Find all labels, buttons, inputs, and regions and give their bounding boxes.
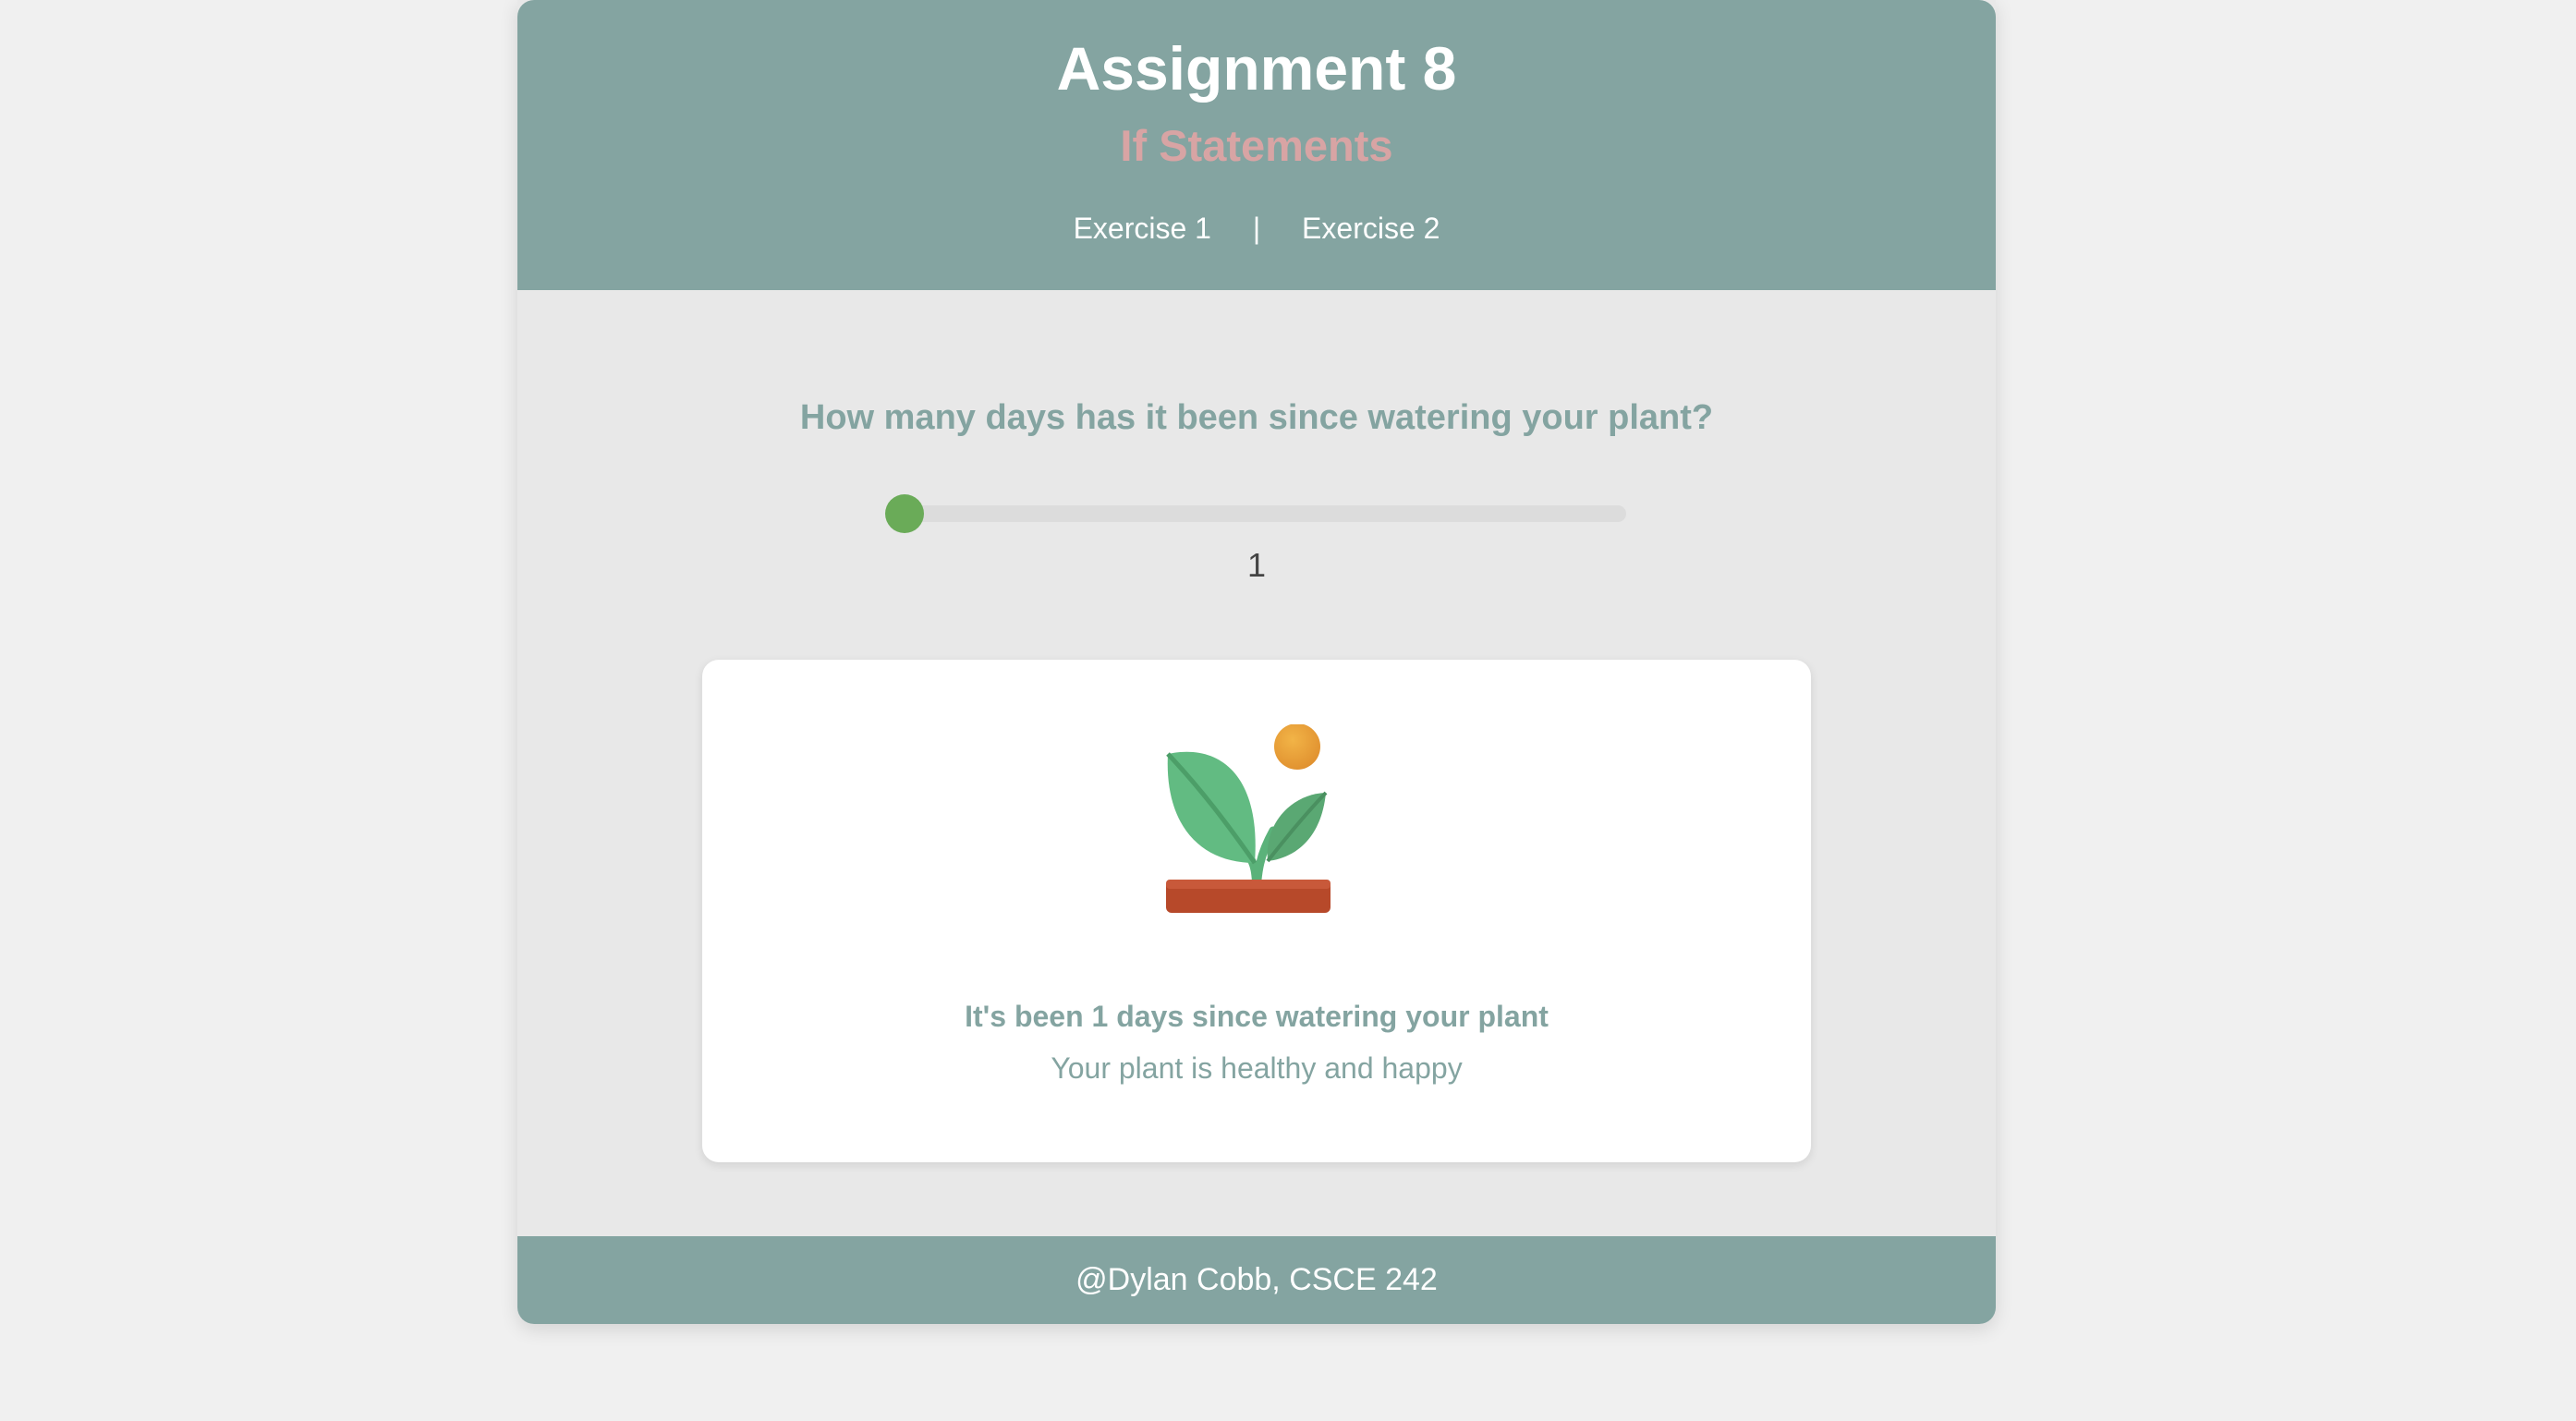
page-container: Assignment 8 If Statements Exercise 1 | …	[517, 0, 1996, 1324]
status-text: It's been 1 days since watering your pla…	[965, 1000, 1549, 1033]
nav-link-exercise-1[interactable]: Exercise 1	[1074, 205, 1211, 251]
question-heading: How many days has it been since watering…	[799, 398, 1714, 437]
page-subtitle: If Statements	[1120, 121, 1393, 170]
footer: @Dylan Cobb, CSCE 242	[517, 1236, 1996, 1324]
slider-value: 1	[1246, 546, 1267, 584]
health-message: Your plant is healthy and happy	[1051, 1051, 1463, 1085]
nav-separator: |	[1252, 212, 1261, 245]
days-slider-track[interactable]	[887, 505, 1626, 522]
days-slider-thumb[interactable]	[885, 494, 924, 533]
header: Assignment 8 If Statements Exercise 1 | …	[517, 0, 1996, 290]
nav-link-exercise-2[interactable]: Exercise 2	[1302, 205, 1440, 251]
plant-status-card: It's been 1 days since watering your pla…	[702, 660, 1811, 1162]
exercise-nav: Exercise 1 | Exercise 2	[517, 205, 1996, 251]
page-title: Assignment 8	[1056, 34, 1457, 103]
footer-credit: @Dylan Cobb, CSCE 242	[1075, 1262, 1438, 1297]
seedling-icon	[1166, 724, 1331, 913]
